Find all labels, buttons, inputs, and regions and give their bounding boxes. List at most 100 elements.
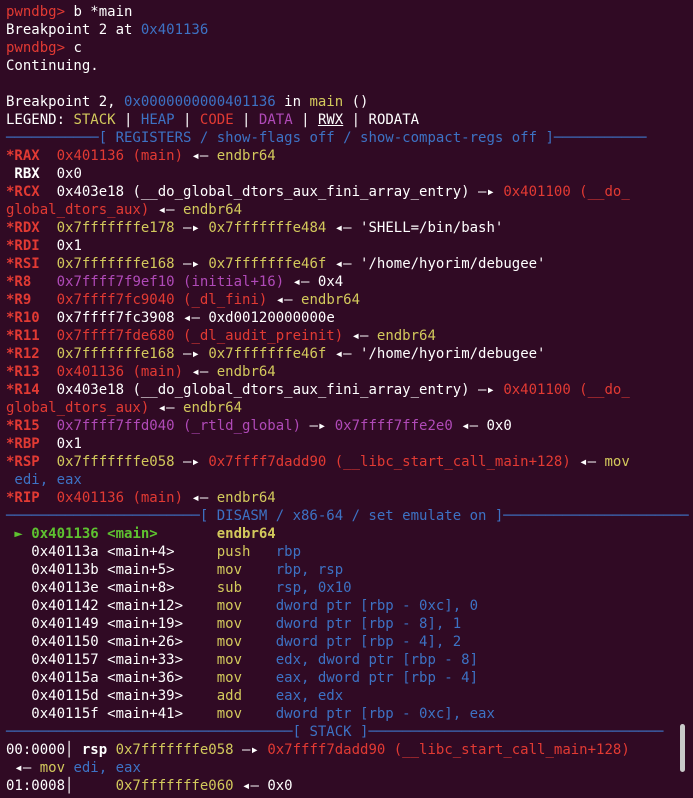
text-segment: *RDI — [6, 238, 49, 254]
text-segment: 0x7ffff7fc3908 — [48, 310, 175, 326]
text-segment: 0x7ffff7fde680 (_dl_audit_preinit) — [48, 328, 344, 344]
disasm-line: 0x40113e <main+8> sub rsp, 0x10 — [6, 579, 671, 597]
text-segment: 0x401136 (main) — [48, 148, 184, 164]
register-rdx: *RDX 0x7fffffffe178 —▸ 0x7fffffffe484 ◂—… — [6, 219, 671, 237]
register-rdi: *RDI 0x1 — [6, 237, 671, 255]
text-segment: ◂— — [570, 454, 605, 470]
text-segment: dword ptr [rbp - 0xc], eax — [275, 706, 495, 722]
text-segment: b *main — [73, 4, 133, 20]
breakpoint-set-line: Breakpoint 2 at 0x401136 — [6, 21, 671, 39]
text-segment: STACK — [309, 724, 352, 740]
text-segment: ◂— — [452, 418, 487, 434]
disasm-line: 0x40113a <main+4> push rbp — [6, 543, 671, 561]
text-segment: 0x1 — [48, 238, 82, 254]
text-segment: push — [216, 544, 276, 560]
text-segment: 0x40115a <main+36> — [6, 670, 217, 686]
text-segment: 0x401100 (__do_ — [503, 382, 630, 398]
disasm-line: 0x40113b <main+5> mov rbp, rsp — [6, 561, 671, 579]
disasm-header: ───────────────────────[ DISASM / x86-64… — [6, 507, 689, 525]
text-segment: edi, eax — [73, 760, 141, 776]
scrollbar[interactable] — [680, 724, 685, 772]
text-segment: '/home/hyorim/debugee' — [360, 256, 546, 272]
text-segment: ]─────────── — [537, 130, 647, 146]
text-segment: ───────────────────────[ — [6, 508, 217, 524]
text-segment: 01:0008│ — [6, 778, 116, 794]
text-segment: eax, edx — [275, 688, 344, 704]
text-segment: pwndbg> — [6, 4, 74, 20]
text-segment: c — [73, 40, 82, 56]
text-segment: 0x7ffff7ffd040 (_rtld_global) — [48, 418, 302, 434]
text-segment: *RSI — [6, 256, 49, 272]
text-segment: *R13 — [6, 364, 49, 380]
text-segment: —▸ — [174, 346, 209, 362]
text-segment: 0x403e18 (__do_global_dtors_aux_fini_arr… — [48, 184, 470, 200]
register-rcx-wrap: global_dtors_aux) ◂— endbr64 — [6, 201, 671, 219]
text-segment: in — [275, 94, 310, 110]
prompt-line: pwndbg> b *main — [6, 3, 671, 21]
text-segment: main — [309, 94, 344, 110]
register-rcx: *RCX 0x403e18 (__do_global_dtors_aux_fin… — [6, 183, 671, 201]
text-segment: —▸ — [174, 454, 209, 470]
register-rsi: *RSI 0x7fffffffe168 —▸ 0x7fffffffe46f ◂—… — [6, 255, 671, 273]
text-segment: ]────────────────────── — [486, 508, 689, 524]
text-segment: rbp — [275, 544, 302, 560]
text-segment: ]─────────────────────────────────── — [351, 724, 664, 740]
text-segment: 0x4 — [317, 274, 344, 290]
text-segment: dword ptr [rbp - 4], 2 — [275, 634, 462, 650]
disasm-line: 0x401142 <main+12> mov dword ptr [rbp - … — [6, 597, 671, 615]
text-segment: 0x401136 (main) — [48, 364, 184, 380]
text-segment: Breakpoint 2 at — [6, 22, 141, 38]
text-segment: 0x401157 <main+33> — [6, 652, 217, 668]
text-segment: ◂— — [174, 310, 209, 326]
text-segment: mov — [604, 454, 630, 470]
stack-entry-1: 01:0008│ 0x7fffffffe060 ◂— 0x0 — [6, 777, 671, 795]
text-segment: 0x0 — [48, 166, 82, 182]
register-r13: *R13 0x401136 (main) ◂— endbr64 — [6, 363, 671, 381]
register-r14: *R14 0x403e18 (__do_global_dtors_aux_fin… — [6, 381, 671, 399]
text-segment: mov — [216, 598, 276, 614]
text-segment: pwndbg> — [6, 40, 74, 56]
register-r15: *R15 0x7ffff7ffd040 (_rtld_global) —▸ 0x… — [6, 417, 671, 435]
text-segment: rbp, rsp — [275, 562, 344, 578]
text-segment: 0x7fffffffe168 — [48, 256, 175, 272]
text-segment: 0x7ffff7dadd90 (__libc_start_call_main+1… — [267, 742, 630, 758]
text-segment: *R11 — [6, 328, 49, 344]
text-segment: 0x7fffffffe060 — [115, 778, 234, 794]
text-segment: ◂— — [284, 274, 318, 290]
disasm-current-line: ► 0x401136 <main> endbr64 — [6, 525, 671, 543]
text-segment: 0x0000000000401136 — [124, 94, 276, 110]
text-segment: mov — [216, 670, 276, 686]
disasm-line: 0x401150 <main+26> mov dword ptr [rbp - … — [6, 633, 671, 651]
text-segment: *RIP — [6, 490, 49, 506]
text-segment: ───────────[ — [6, 130, 116, 146]
text-segment: STACK — [73, 112, 116, 128]
text-segment: 0x0 — [267, 778, 293, 794]
text-segment: HEAP — [140, 112, 175, 128]
disasm-line: 0x401157 <main+33> mov edx, dword ptr [r… — [6, 651, 671, 669]
text-segment: 0x7fffffffe46f — [208, 256, 327, 272]
text-segment: 0x401149 <main+19> — [6, 616, 217, 632]
text-segment: rsp — [81, 742, 116, 758]
blank-line — [6, 75, 671, 93]
terminal-output[interactable]: pwndbg> b *main Breakpoint 2 at 0x401136 p… — [0, 0, 689, 795]
text-segment: endbr64 — [216, 364, 276, 380]
continuing-line: Continuing. — [6, 57, 671, 75]
text-segment: REGISTERS / show-flags off / show-compac… — [115, 130, 538, 146]
text-segment: 00:0000│ — [6, 742, 82, 758]
text-segment: ◂— — [326, 256, 361, 272]
text-segment: ◂— — [233, 778, 268, 794]
text-segment: *R12 — [6, 346, 49, 362]
text-segment: ◂— — [149, 400, 184, 416]
register-rip: *RIP 0x401136 (main) ◂— endbr64 — [6, 489, 671, 507]
stack-entry-0: 00:0000│ rsp 0x7fffffffe058 —▸ 0x7ffff7d… — [6, 741, 671, 759]
text-segment: ──────────────────────────────────[ — [6, 724, 310, 740]
text-segment: Breakpoint 2, — [6, 94, 125, 110]
text-segment: 'SHELL=/bin/bash' — [360, 220, 504, 236]
text-segment: LEGEND: — [6, 112, 74, 128]
text-segment: mov — [216, 652, 276, 668]
text-segment: ◂— — [343, 328, 377, 344]
text-segment: Continuing. — [6, 58, 99, 74]
text-segment: | — [233, 112, 259, 128]
breakpoint-hit-line: Breakpoint 2, 0x0000000000401136 in main… — [6, 93, 671, 111]
text-segment: edx, dword ptr [rbp - 8] — [275, 652, 479, 668]
